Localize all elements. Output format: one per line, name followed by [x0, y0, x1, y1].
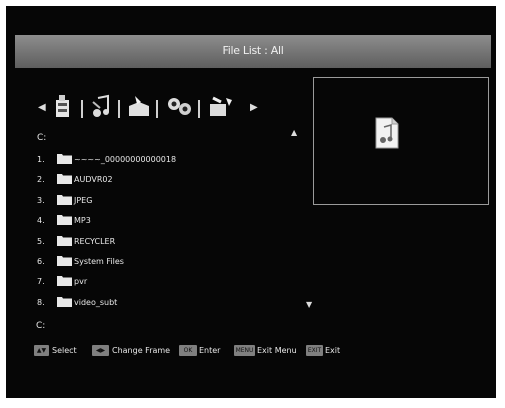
toolbar-left-arrow-icon[interactable]: ◀: [38, 102, 46, 113]
folder-icon: [57, 276, 72, 286]
category-toolbar: ◀ ▶: [38, 92, 318, 128]
music-icon[interactable]: [90, 94, 112, 124]
exit-key-icon: EXIT: [306, 345, 323, 356]
change-frame-label: Change Frame: [112, 346, 171, 355]
photo-icon[interactable]: [127, 94, 151, 124]
item-index: 4.: [37, 216, 45, 225]
scroll-up-icon[interactable]: ▲: [291, 128, 297, 137]
change-frame-key-icon: ◀▶: [92, 345, 109, 356]
item-index: 6.: [37, 257, 45, 266]
folder-icon: [57, 215, 72, 225]
item-name: ~~~~_00000000000018: [74, 155, 177, 164]
title-bar: File List : All: [15, 35, 491, 68]
toolbar-right-arrow-icon[interactable]: ▶: [250, 102, 258, 113]
exit-label: Exit: [325, 346, 341, 355]
toolbar-separator: [81, 100, 83, 118]
scroll-down-icon[interactable]: ▼: [306, 300, 312, 309]
item-name: pvr: [74, 277, 88, 286]
folder-icon: [57, 154, 72, 164]
preview-pane: [313, 77, 489, 205]
toolbar-separator: [198, 100, 200, 118]
help-bar: ▲▼ Select ◀▶ Change Frame OK Enter MENU …: [34, 345, 494, 359]
item-name: JPEG: [74, 196, 93, 205]
list-item[interactable]: 8. video_subt: [37, 296, 297, 312]
list-item[interactable]: 3. JPEG: [37, 194, 297, 210]
item-name: RECYCLER: [74, 237, 116, 246]
music-file-icon: [375, 117, 399, 149]
item-name: System Files: [74, 257, 124, 266]
folder-icon: [57, 256, 72, 266]
item-index: 3.: [37, 196, 45, 205]
item-index: 5.: [37, 237, 45, 246]
folder-icon: [57, 174, 72, 184]
window-title: File List : All: [222, 44, 284, 57]
movie-icon[interactable]: [52, 94, 74, 124]
item-name: MP3: [74, 216, 91, 225]
list-item[interactable]: 4. MP3: [37, 214, 297, 230]
toolbar-separator: [156, 100, 158, 118]
item-name: AUDVR02: [74, 175, 113, 184]
list-item[interactable]: 6. System Files: [37, 255, 297, 271]
item-index: 2.: [37, 175, 45, 184]
ok-key-icon: OK: [179, 345, 197, 356]
folder-icon: [57, 195, 72, 205]
list-item[interactable]: 5. RECYCLER: [37, 235, 297, 251]
record-icon[interactable]: [207, 94, 237, 124]
folder-icon: [57, 236, 72, 246]
toolbar-separator: [118, 100, 120, 118]
list-item[interactable]: 1. ~~~~_00000000000018: [37, 153, 297, 169]
folder-icon: [57, 297, 72, 307]
exit-menu-label: Exit Menu: [257, 346, 297, 355]
select-label: Select: [52, 346, 77, 355]
item-index: 1.: [37, 155, 45, 164]
enter-label: Enter: [199, 346, 221, 355]
item-index: 7.: [37, 277, 45, 286]
bottom-path: C:: [36, 321, 46, 331]
list-item[interactable]: 2. AUDVR02: [37, 173, 297, 189]
current-path: C:: [37, 133, 47, 143]
list-item[interactable]: 7. pvr: [37, 275, 297, 291]
select-key-icon: ▲▼: [34, 345, 49, 356]
item-name: video_subt: [74, 298, 118, 307]
settings-icon[interactable]: [165, 94, 193, 124]
item-index: 8.: [37, 298, 45, 307]
menu-key-icon: MENU: [234, 345, 255, 356]
